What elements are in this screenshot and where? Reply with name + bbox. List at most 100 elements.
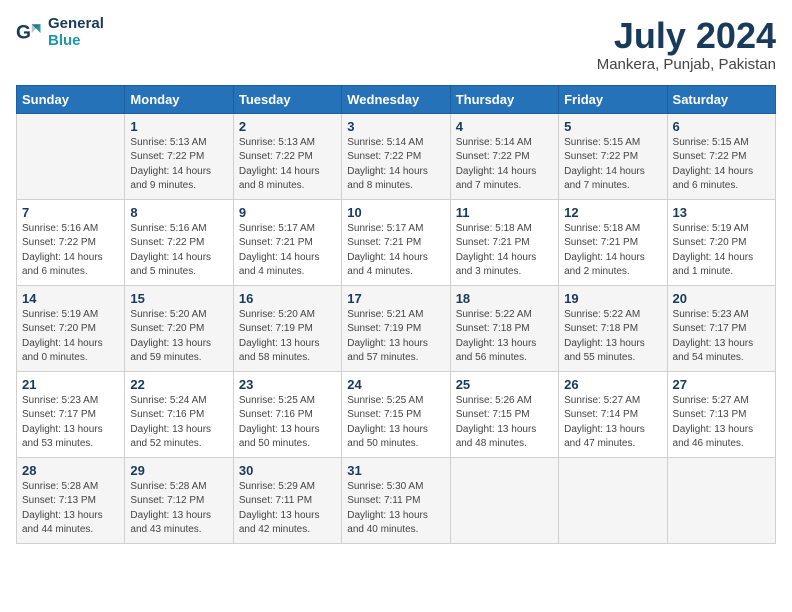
day-info: Sunrise: 5:20 AMSunset: 7:20 PMDaylight:… [130,308,227,366]
day-info: Sunrise: 5:17 AMSunset: 7:21 PMDaylight:… [347,222,444,280]
calendar-cell: 17Sunrise: 5:21 AMSunset: 7:19 PMDayligh… [342,285,450,371]
day-info: Sunrise: 5:15 AMSunset: 7:22 PMDaylight:… [564,136,661,194]
calendar-cell: 26 Sunrise: 5:27 AMSunset: 7:14 PMDayligh… [559,371,667,457]
day-number: 23 [239,377,336,392]
calendar-cell: 25Sunrise: 5:26 AMSunset: 7:15 PMDayligh… [450,371,558,457]
calendar-cell: 12 Sunrise: 5:18 AMSunset: 7:21 PMDayligh… [559,199,667,285]
header-wednesday: Wednesday [342,85,450,113]
day-number: 22 [130,377,227,392]
logo-blue-text: Blue [48,33,104,50]
calendar-cell: 27 Sunrise: 5:27 AMSunset: 7:13 PMDayligh… [667,371,775,457]
day-number: 31 [347,463,444,478]
day-info: Sunrise: 5:15 AMSunset: 7:22 PMDaylight:… [673,136,770,194]
day-number: 28 [22,463,119,478]
calendar-cell: 31 Sunrise: 5:30 AMSunset: 7:11 PMDayligh… [342,457,450,543]
calendar-week-row: 7Sunrise: 5:16 AMSunset: 7:22 PMDaylight… [17,199,776,285]
day-info: Sunrise: 5:25 AMSunset: 7:15 PMDaylight:… [347,394,444,452]
calendar-cell: 28 Sunrise: 5:28 AMSunset: 7:13 PMDayligh… [17,457,125,543]
day-info: Sunrise: 5:16 AMSunset: 7:22 PMDaylight:… [22,222,119,280]
logo: G General Blue [16,16,104,49]
day-number: 3 [347,119,444,134]
day-info: Sunrise: 5:23 AMSunset: 7:17 PMDaylight:… [22,394,119,452]
day-number: 1 [130,119,227,134]
calendar-cell: 11Sunrise: 5:18 AMSunset: 7:21 PMDayligh… [450,199,558,285]
calendar-cell: 2 Sunrise: 5:13 AMSunset: 7:22 PMDaylight… [233,113,341,199]
day-info: Sunrise: 5:20 AMSunset: 7:19 PMDaylight:… [239,308,336,366]
calendar-cell: 20 Sunrise: 5:23 AMSunset: 7:17 PMDayligh… [667,285,775,371]
calendar-week-row: 14 Sunrise: 5:19 AMSunset: 7:20 PMDayligh… [17,285,776,371]
day-info: Sunrise: 5:23 AMSunset: 7:17 PMDaylight:… [673,308,770,366]
calendar-week-row: 28 Sunrise: 5:28 AMSunset: 7:13 PMDayligh… [17,457,776,543]
day-number: 25 [456,377,553,392]
day-info: Sunrise: 5:30 AMSunset: 7:11 PMDaylight:… [347,480,444,538]
calendar-cell: 15 Sunrise: 5:20 AMSunset: 7:20 PMDayligh… [125,285,233,371]
day-info: Sunrise: 5:22 AMSunset: 7:18 PMDaylight:… [564,308,661,366]
calendar-cell: 14 Sunrise: 5:19 AMSunset: 7:20 PMDayligh… [17,285,125,371]
day-number: 15 [130,291,227,306]
day-info: Sunrise: 5:16 AMSunset: 7:22 PMDaylight:… [130,222,227,280]
day-number: 2 [239,119,336,134]
day-info: Sunrise: 5:27 AMSunset: 7:14 PMDaylight:… [564,394,661,452]
day-number: 24 [347,377,444,392]
day-info: Sunrise: 5:28 AMSunset: 7:13 PMDaylight:… [22,480,119,538]
day-number: 20 [673,291,770,306]
day-number: 6 [673,119,770,134]
day-number: 10 [347,205,444,220]
day-number: 9 [239,205,336,220]
day-number: 19 [564,291,661,306]
calendar-cell: 4 Sunrise: 5:14 AMSunset: 7:22 PMDaylight… [450,113,558,199]
calendar-cell [667,457,775,543]
calendar-cell: 8 Sunrise: 5:16 AMSunset: 7:22 PMDaylight… [125,199,233,285]
calendar-week-row: 1 Sunrise: 5:13 AMSunset: 7:22 PMDaylight… [17,113,776,199]
header-sunday: Sunday [17,85,125,113]
day-number: 14 [22,291,119,306]
calendar-cell: 5Sunrise: 5:15 AMSunset: 7:22 PMDaylight… [559,113,667,199]
day-info: Sunrise: 5:28 AMSunset: 7:12 PMDaylight:… [130,480,227,538]
calendar-cell: 10 Sunrise: 5:17 AMSunset: 7:21 PMDayligh… [342,199,450,285]
day-info: Sunrise: 5:22 AMSunset: 7:18 PMDaylight:… [456,308,553,366]
day-info: Sunrise: 5:24 AMSunset: 7:16 PMDaylight:… [130,394,227,452]
day-number: 12 [564,205,661,220]
title-block: July 2024 Mankera, Punjab, Pakistan [597,16,776,73]
svg-text:G: G [16,22,31,43]
day-info: Sunrise: 5:17 AMSunset: 7:21 PMDaylight:… [239,222,336,280]
page-header: G General Blue July 2024 Mankera, Punjab… [16,16,776,73]
day-number: 8 [130,205,227,220]
day-number: 29 [130,463,227,478]
day-info: Sunrise: 5:14 AMSunset: 7:22 PMDaylight:… [456,136,553,194]
calendar-cell: 6 Sunrise: 5:15 AMSunset: 7:22 PMDaylight… [667,113,775,199]
calendar-cell: 19 Sunrise: 5:22 AMSunset: 7:18 PMDayligh… [559,285,667,371]
logo-text: General [48,16,104,33]
calendar-cell: 18Sunrise: 5:22 AMSunset: 7:18 PMDayligh… [450,285,558,371]
calendar-cell: 16 Sunrise: 5:20 AMSunset: 7:19 PMDayligh… [233,285,341,371]
day-info: Sunrise: 5:18 AMSunset: 7:21 PMDaylight:… [564,222,661,280]
day-info: Sunrise: 5:27 AMSunset: 7:13 PMDaylight:… [673,394,770,452]
day-number: 16 [239,291,336,306]
day-info: Sunrise: 5:21 AMSunset: 7:19 PMDaylight:… [347,308,444,366]
day-number: 13 [673,205,770,220]
header-monday: Monday [125,85,233,113]
calendar-cell: 22 Sunrise: 5:24 AMSunset: 7:16 PMDayligh… [125,371,233,457]
day-number: 11 [456,205,553,220]
day-number: 30 [239,463,336,478]
logo-icon: G [16,19,44,47]
day-info: Sunrise: 5:14 AMSunset: 7:22 PMDaylight:… [347,136,444,194]
calendar-cell [559,457,667,543]
day-number: 21 [22,377,119,392]
header-thursday: Thursday [450,85,558,113]
day-number: 27 [673,377,770,392]
month-title: July 2024 [597,16,776,56]
calendar-cell: 24 Sunrise: 5:25 AMSunset: 7:15 PMDayligh… [342,371,450,457]
day-number: 4 [456,119,553,134]
day-info: Sunrise: 5:13 AMSunset: 7:22 PMDaylight:… [239,136,336,194]
location: Mankera, Punjab, Pakistan [597,56,776,73]
calendar-cell: 7Sunrise: 5:16 AMSunset: 7:22 PMDaylight… [17,199,125,285]
day-info: Sunrise: 5:13 AMSunset: 7:22 PMDaylight:… [130,136,227,194]
day-info: Sunrise: 5:29 AMSunset: 7:11 PMDaylight:… [239,480,336,538]
calendar-cell: 23Sunrise: 5:25 AMSunset: 7:16 PMDayligh… [233,371,341,457]
calendar-cell [17,113,125,199]
day-info: Sunrise: 5:19 AMSunset: 7:20 PMDaylight:… [673,222,770,280]
day-number: 26 [564,377,661,392]
header-friday: Friday [559,85,667,113]
day-info: Sunrise: 5:19 AMSunset: 7:20 PMDaylight:… [22,308,119,366]
